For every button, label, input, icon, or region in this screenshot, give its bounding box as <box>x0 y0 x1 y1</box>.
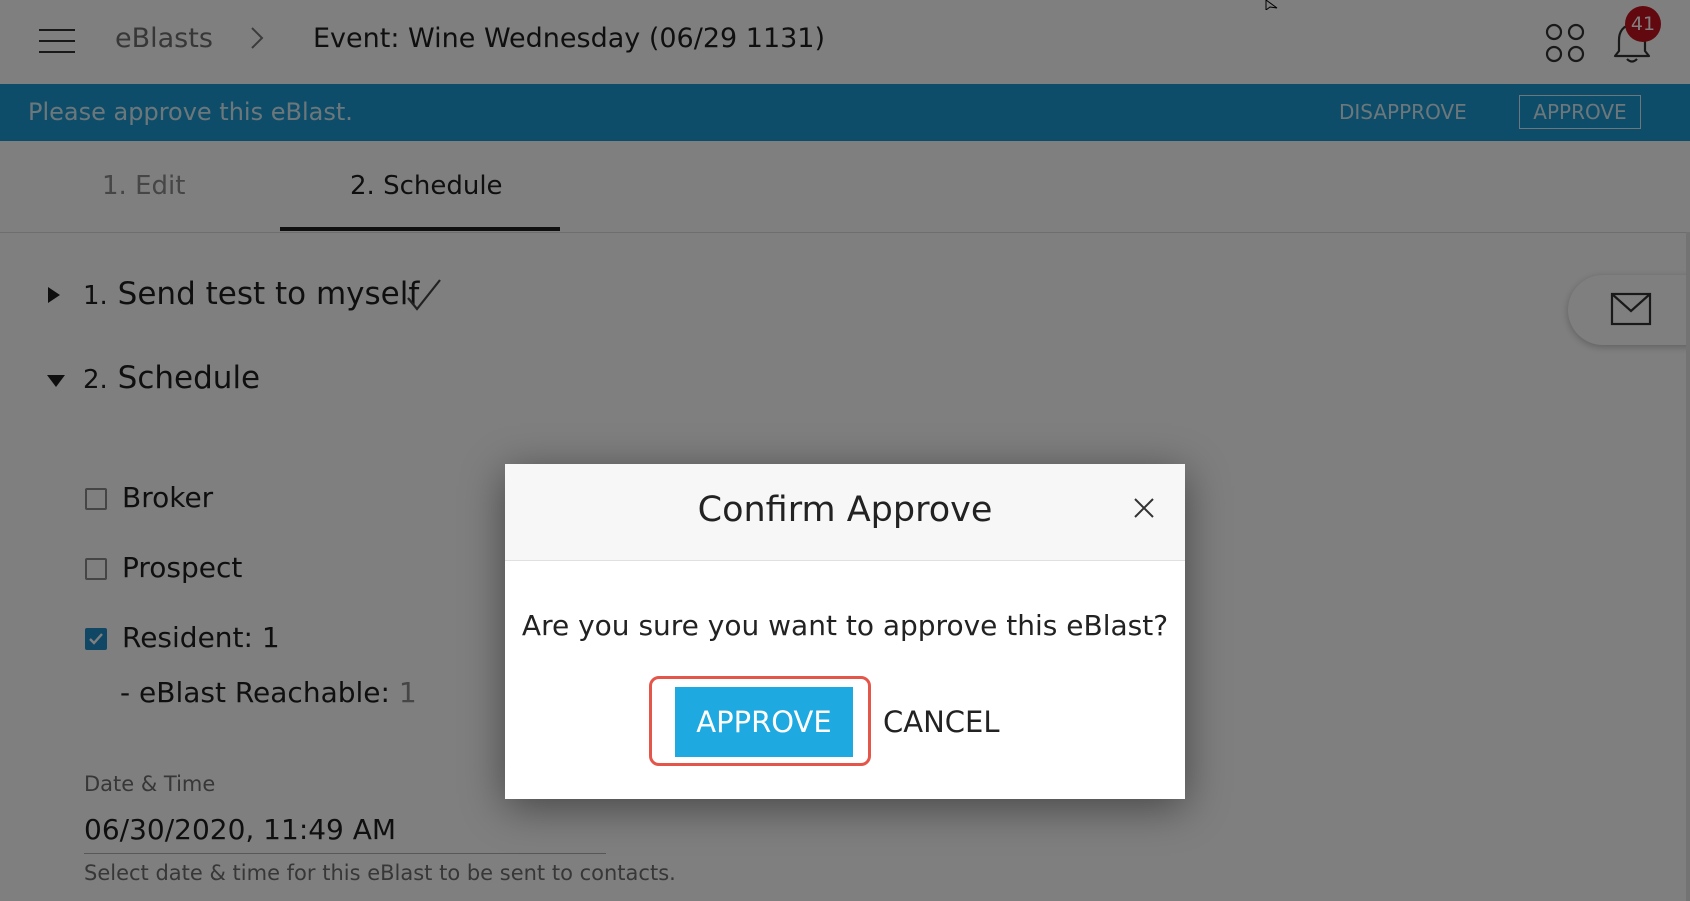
dialog-header: Confirm Approve <box>505 464 1185 561</box>
dialog-message: Are you sure you want to approve this eB… <box>521 609 1169 642</box>
confirm-approve-button[interactable]: APPROVE <box>675 687 853 757</box>
cancel-button[interactable]: CANCEL <box>883 687 1000 757</box>
dialog-title: Confirm Approve <box>697 490 993 530</box>
close-icon[interactable] <box>1132 496 1156 520</box>
confirm-approve-dialog: Confirm Approve Are you sure you want to… <box>505 464 1185 799</box>
